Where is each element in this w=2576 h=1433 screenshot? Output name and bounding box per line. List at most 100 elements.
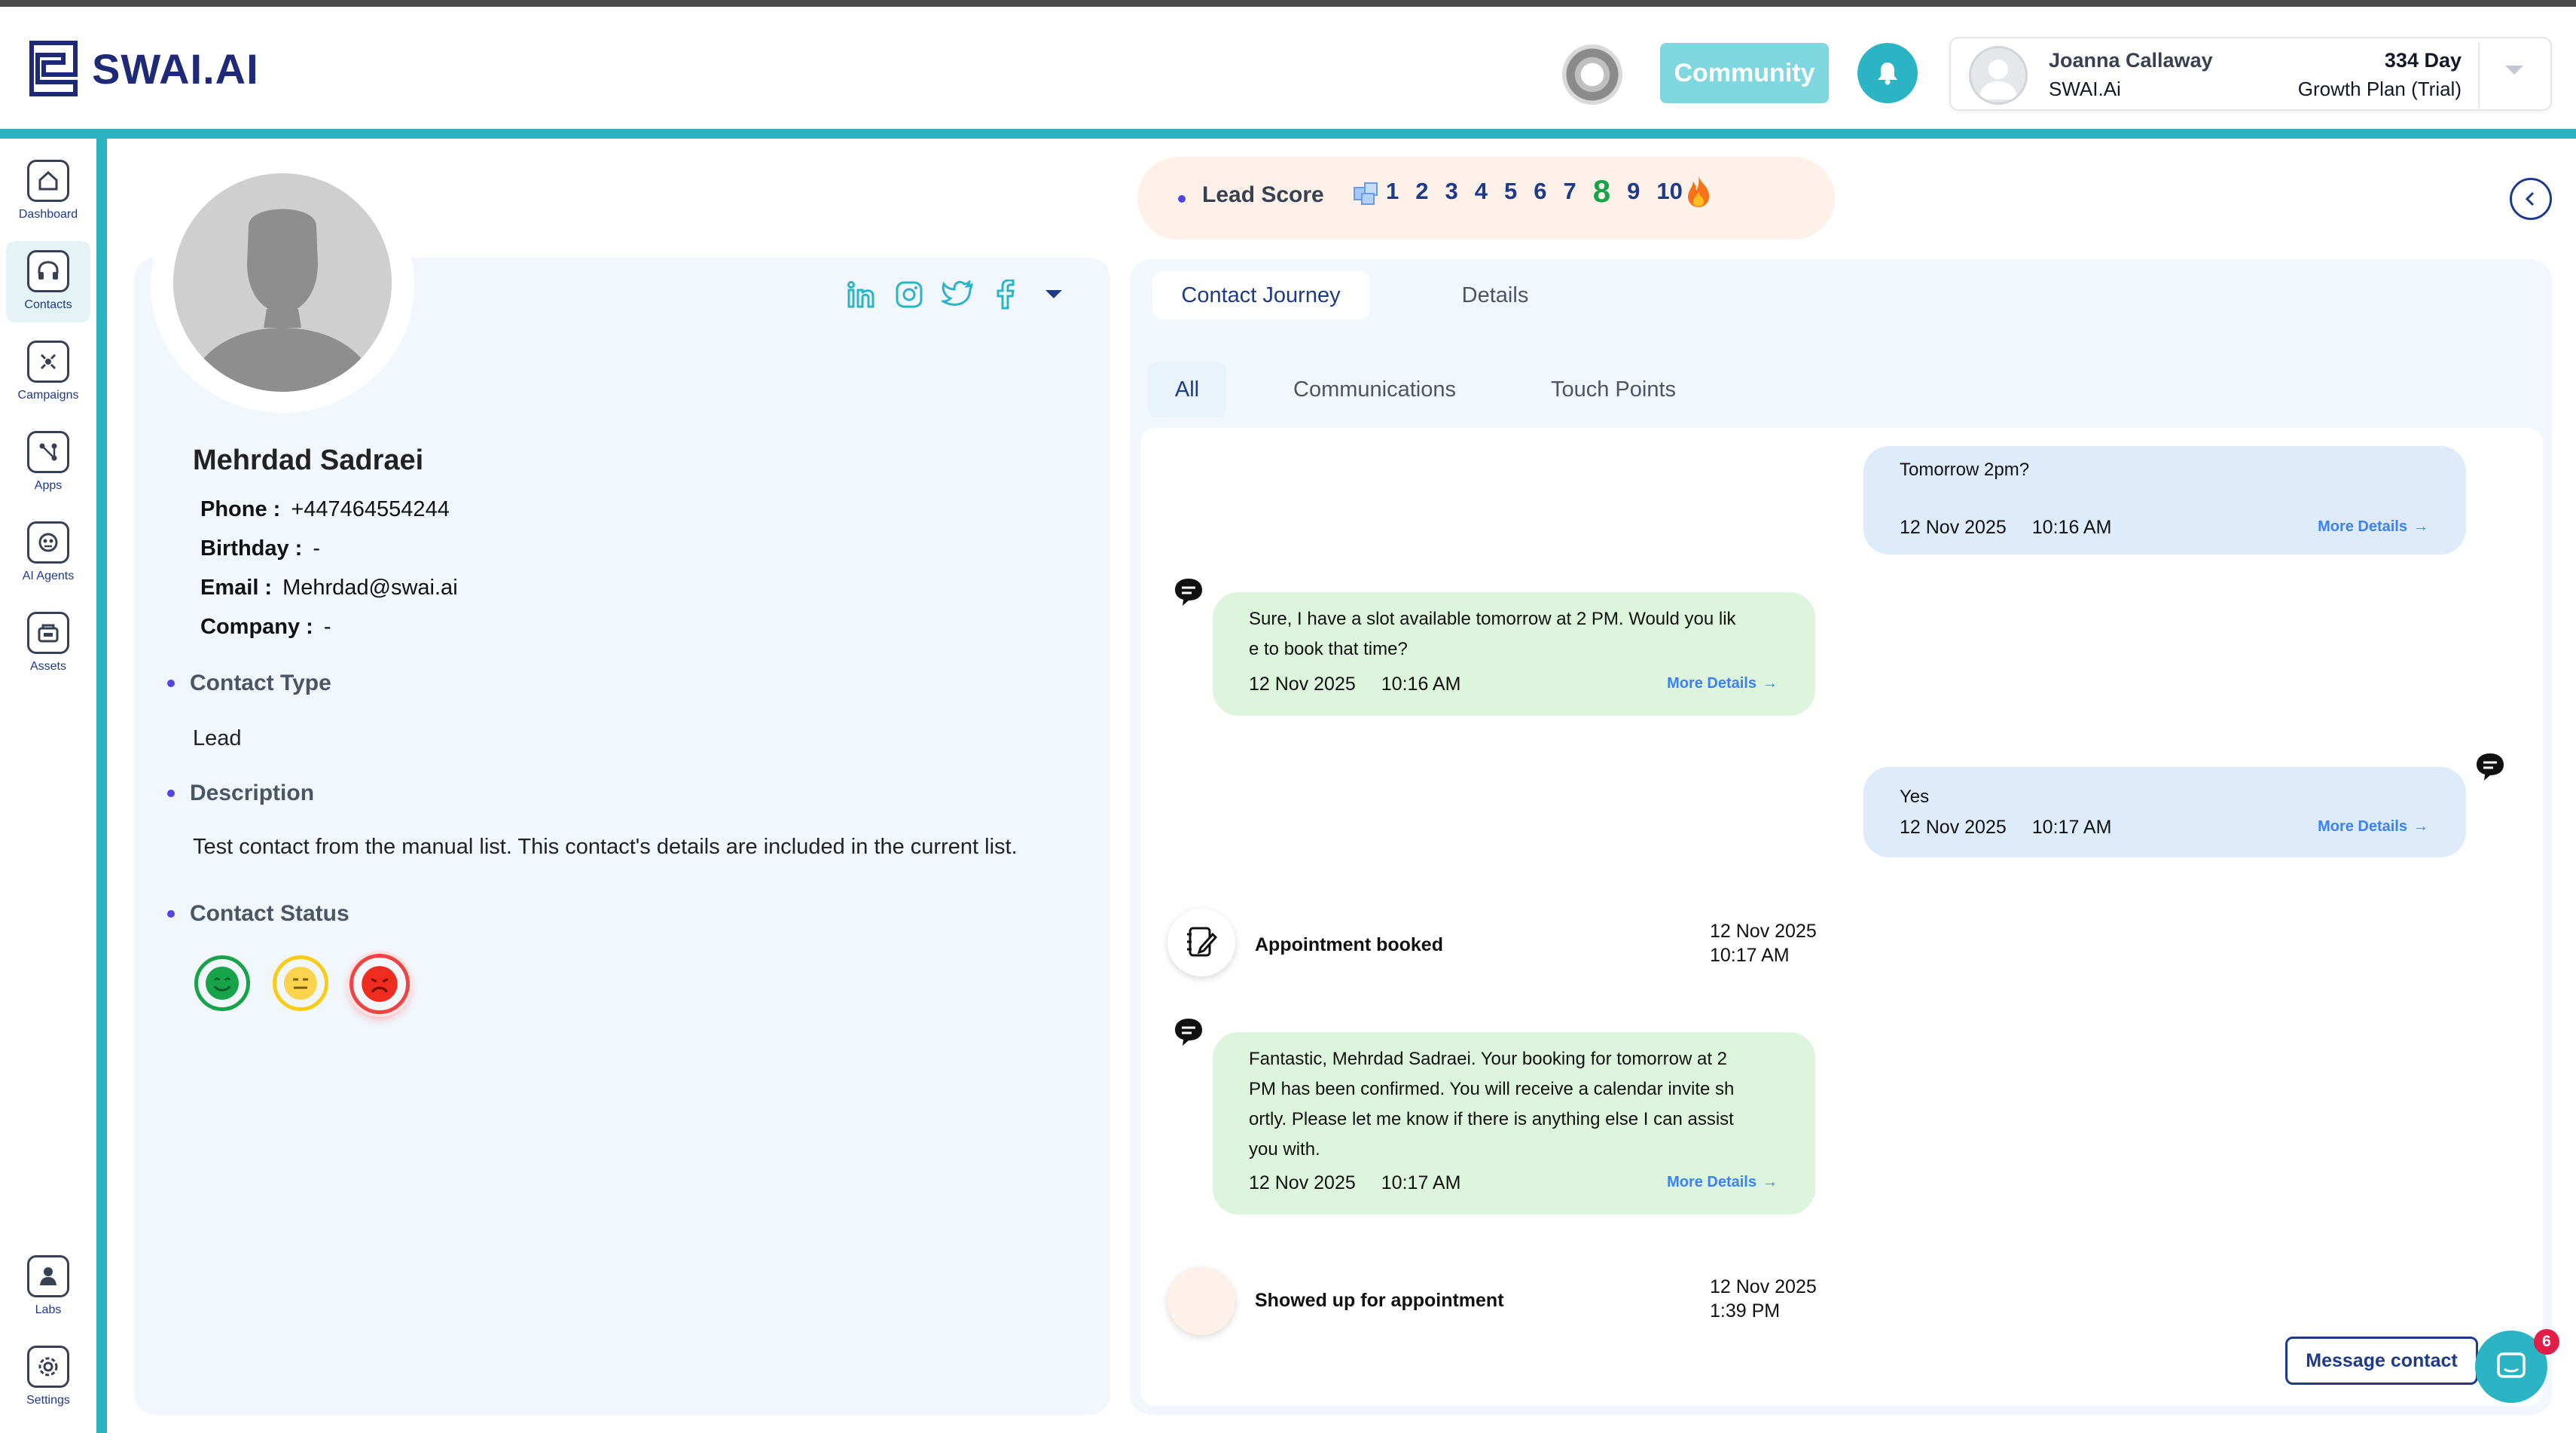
sad-face-icon <box>362 966 398 1002</box>
lead-score-3[interactable]: 3 <box>1445 178 1458 205</box>
message-bubble-outgoing: Fantastic, Mehrdad Sadraei. Your booking… <box>1213 1032 1815 1215</box>
subtab-communications[interactable]: Communications <box>1273 362 1476 417</box>
lead-score-8-selected[interactable]: 8 <box>1593 173 1610 209</box>
bullet-dot <box>1178 195 1186 203</box>
message-time: 10:17 AM <box>2031 817 2112 838</box>
more-details-link[interactable]: More Details → <box>1667 675 1778 692</box>
message-timestamp: 12 Nov 2025 10:16 AM <box>1249 674 1460 695</box>
sidebar-item-labs[interactable]: Labs <box>6 1246 90 1328</box>
bullet-dot <box>167 680 175 687</box>
sidebar-item-label: Dashboard <box>18 208 78 221</box>
bullet-dot <box>167 790 175 797</box>
lead-score-scale: 1 2 3 4 5 6 7 8 9 10 <box>1351 173 1711 209</box>
chat-window-icon <box>2497 1352 2526 1378</box>
sidebar-item-label: Contacts <box>24 298 72 311</box>
status-sad-button[interactable] <box>349 954 410 1014</box>
event-date: 12 Nov 2025 <box>1710 1276 1817 1297</box>
lead-score-4[interactable]: 4 <box>1475 178 1488 205</box>
loading-spinner-icon <box>1562 44 1622 105</box>
more-details-link[interactable]: More Details → <box>2318 518 2428 536</box>
description-heading: Description <box>167 781 314 806</box>
sidebar-item-campaigns[interactable]: Campaigns <box>6 332 90 413</box>
chat-bubble-icon <box>1175 579 1202 606</box>
lead-score-2[interactable]: 2 <box>1415 178 1428 205</box>
instagram-icon[interactable] <box>893 279 925 310</box>
arrow-right-icon: → <box>1763 1174 1778 1190</box>
notifications-button[interactable] <box>1857 43 1918 103</box>
event-datetime: 12 Nov 2025 10:17 AM <box>1710 919 1817 967</box>
social-links <box>845 279 1070 310</box>
email-label: Email : <box>200 576 273 600</box>
event-label: Showed up for appointment <box>1255 1290 1504 1311</box>
more-details-link[interactable]: More Details → <box>2318 818 2428 836</box>
home-icon <box>27 160 69 202</box>
chevron-down-icon[interactable] <box>2505 66 2523 75</box>
message-contact-button[interactable]: Message contact <box>2285 1337 2478 1385</box>
sidebar-item-settings[interactable]: Settings <box>6 1337 90 1418</box>
contact-status-heading: Contact Status <box>167 901 349 927</box>
sidebar-item-label: Settings <box>26 1394 70 1407</box>
lead-score-6[interactable]: 6 <box>1534 178 1546 205</box>
birthday-label: Birthday : <box>200 536 303 561</box>
message-text-line: Fantastic, Mehrdad Sadraei. Your booking… <box>1249 1049 1728 1069</box>
chevron-down-icon[interactable] <box>1038 279 1070 310</box>
lead-score-7[interactable]: 7 <box>1564 178 1576 205</box>
linkedin-icon[interactable] <box>845 279 877 310</box>
user-org: SWAI.Ai <box>2049 78 2121 100</box>
description-value: Test contact from the manual list. This … <box>193 835 1018 859</box>
sidebar-item-apps[interactable]: Apps <box>6 422 90 503</box>
lead-score-label: Lead Score <box>1202 182 1324 207</box>
user-account-menu[interactable]: Joanna Callaway SWAI.Ai 334 Day Growth P… <box>1949 37 2552 111</box>
subtab-touch-points[interactable]: Touch Points <box>1529 362 1698 417</box>
appointment-event-icon <box>1167 909 1235 976</box>
message-time: 10:16 AM <box>2031 517 2112 538</box>
bullet-dot <box>167 910 175 918</box>
phone-row: Phone : +447464554244 <box>200 497 450 522</box>
brand-logo[interactable]: SWAI.AI <box>29 40 259 97</box>
message-time: 10:17 AM <box>1381 1172 1461 1193</box>
headset-icon <box>27 250 69 292</box>
message-text-line: PM has been confirmed. You will receive … <box>1249 1079 1735 1099</box>
more-details-link[interactable]: More Details → <box>1667 1174 1778 1191</box>
message-date: 12 Nov 2025 <box>1900 517 2007 538</box>
tab-details[interactable]: Details <box>1409 271 1582 319</box>
contact-name: Mehrdad Sadraei <box>193 445 424 476</box>
twitter-icon[interactable] <box>942 279 973 310</box>
sidebar-item-contacts[interactable]: Contacts <box>6 241 90 322</box>
community-button[interactable]: Community <box>1660 43 1829 103</box>
sidebar-item-assets[interactable]: Assets <box>6 603 90 684</box>
ice-cube-icon <box>1354 182 1378 205</box>
facebook-icon[interactable] <box>990 279 1021 310</box>
subtab-all[interactable]: All <box>1148 362 1226 417</box>
status-happy-button[interactable] <box>194 955 250 1011</box>
lead-score-10[interactable]: 10 <box>1656 178 1682 205</box>
email-row: Email : Mehrdad@swai.ai <box>200 576 458 600</box>
message-timestamp: 12 Nov 2025 10:17 AM <box>1249 1172 1460 1194</box>
ai-agent-icon <box>27 521 69 564</box>
more-details-label: More Details <box>2318 518 2407 535</box>
message-date: 12 Nov 2025 <box>1249 1172 1356 1193</box>
lead-score-1[interactable]: 1 <box>1386 178 1399 205</box>
company-row: Company : - <box>200 615 331 640</box>
lead-score-5[interactable]: 5 <box>1504 178 1517 205</box>
lead-score-bar: Lead Score 1 2 3 4 5 6 7 8 9 10 <box>1137 157 1835 240</box>
company-label: Company : <box>200 615 313 639</box>
message-bubble-outgoing: Sure, I have a slot available tomorrow a… <box>1213 592 1815 716</box>
contact-status-title: Contact Status <box>190 901 349 926</box>
sidebar-item-dashboard[interactable]: Dashboard <box>6 151 90 232</box>
sidebar-item-label: Campaigns <box>17 389 79 402</box>
plan-days: 334 Day <box>2384 49 2462 72</box>
journey-feed[interactable]: Tomorrow 2pm? 12 Nov 2025 10:16 AM More … <box>1140 428 2543 1406</box>
collapse-back-button[interactable] <box>2510 178 2552 220</box>
birthday-value: - <box>313 536 321 561</box>
message-text-line: Sure, I have a slot available tomorrow a… <box>1249 609 1736 629</box>
phone-label: Phone : <box>200 497 281 521</box>
user-name: Joanna Callaway <box>2049 49 2213 72</box>
lead-score-9[interactable]: 9 <box>1627 178 1640 205</box>
contact-type-value: Lead <box>193 726 242 750</box>
sidebar-item-ai-agents[interactable]: AI Agents <box>6 512 90 594</box>
labs-icon <box>27 1255 69 1297</box>
message-timestamp: 12 Nov 2025 10:16 AM <box>1900 517 2111 539</box>
tab-contact-journey[interactable]: Contact Journey <box>1152 271 1369 319</box>
status-neutral-button[interactable] <box>273 955 328 1011</box>
